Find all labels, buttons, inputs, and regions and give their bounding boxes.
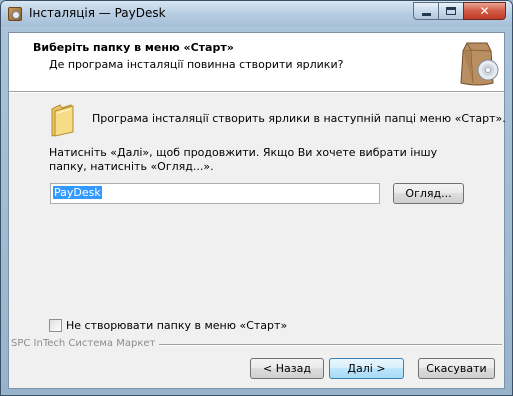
window-title: Інсталяція — PayDesk: [29, 6, 166, 20]
back-button-label: < Назад: [263, 362, 311, 375]
page-subtitle: Де програма інсталяції повинна створити …: [49, 58, 344, 71]
brand-text: SPC InTech Система Маркет: [11, 338, 160, 349]
minimize-button[interactable]: [413, 2, 439, 20]
brand-row: SPC InTech Система Маркет: [9, 338, 504, 352]
no-folder-checkbox[interactable]: [49, 319, 62, 332]
back-button[interactable]: < Назад: [250, 358, 324, 379]
folder-input-value: PayDesk: [53, 186, 102, 199]
title-bar[interactable]: Інсталяція — PayDesk ✕: [1, 1, 512, 27]
header-divider: [9, 91, 504, 93]
package-bag-icon: [460, 42, 499, 86]
folder-info-text: Програма інсталяції створить ярлики в на…: [92, 112, 506, 125]
maximize-button[interactable]: [438, 2, 464, 20]
browse-button[interactable]: Огляд...: [393, 183, 464, 204]
browse-button-label: Огляд...: [405, 187, 452, 200]
maximize-icon: [446, 7, 456, 15]
instruction-text: Натисніть «Далі», щоб продовжити. Якщо В…: [49, 146, 438, 173]
installer-icon: [8, 7, 22, 21]
caption-buttons: ✕: [413, 2, 506, 20]
minimize-icon: [421, 12, 431, 16]
cancel-button-label: Скасувати: [426, 362, 487, 375]
start-menu-folder-input[interactable]: PayDesk: [50, 183, 380, 204]
wizard-client-area: Виберіть папку в меню «Старт» Де програм…: [8, 32, 506, 389]
next-button-label: Далі >: [347, 362, 386, 375]
cancel-button[interactable]: Скасувати: [418, 358, 495, 379]
no-folder-label: Не створювати папку в меню «Старт»: [66, 319, 288, 332]
no-folder-option[interactable]: Не створювати папку в меню «Старт»: [49, 319, 287, 332]
folder-icon: [51, 104, 74, 137]
close-icon: ✕: [479, 4, 490, 18]
next-button[interactable]: Далі >: [329, 358, 404, 379]
installer-window: Інсталяція — PayDesk ✕ Виберіть папку в …: [0, 0, 513, 396]
close-button[interactable]: ✕: [463, 2, 506, 20]
wizard-header: Виберіть папку в меню «Старт» Де програм…: [9, 33, 504, 91]
page-title: Виберіть папку в меню «Старт»: [33, 41, 234, 54]
